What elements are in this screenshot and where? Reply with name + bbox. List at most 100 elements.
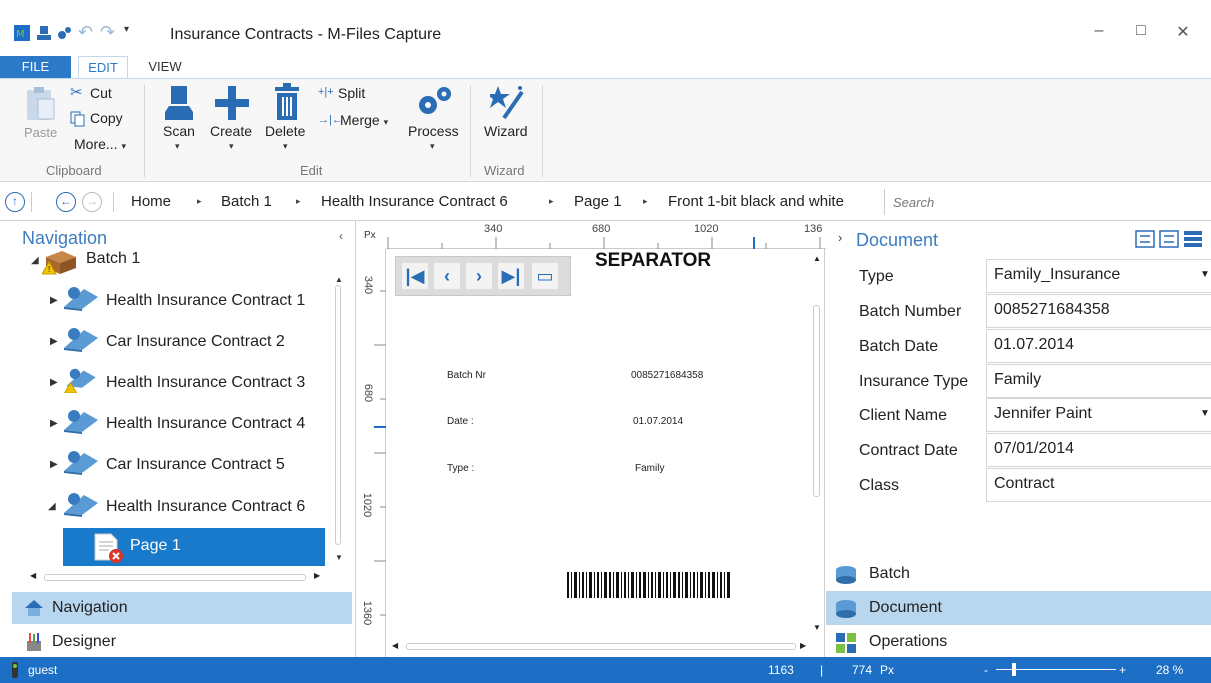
property-type-select[interactable]: Family_Insurance ▼ — [986, 259, 1211, 293]
batch-tab[interactable]: Batch — [826, 557, 1211, 591]
scroll-right-icon[interactable]: ▶ — [800, 641, 806, 650]
tab-edit[interactable]: EDIT — [78, 56, 128, 79]
tree-item-contract-6[interactable]: Health Insurance Contract 6 — [106, 498, 305, 516]
align-right-icon[interactable] — [1159, 230, 1179, 248]
maximize-button[interactable]: □ — [1126, 22, 1156, 48]
merge-button[interactable]: Merge ▾ — [340, 112, 388, 128]
tree-horizontal-scrollbar[interactable]: ◀ ▶ — [30, 571, 326, 583]
scroll-up-icon[interactable]: ▲ — [335, 275, 343, 284]
process-quick-icon[interactable] — [56, 25, 72, 41]
more-button[interactable]: More... ▾ — [74, 136, 126, 152]
tab-view[interactable]: VIEW — [140, 56, 190, 78]
breadcrumb-page[interactable]: Page 1 — [574, 193, 622, 210]
tree-batch[interactable]: Batch 1 — [86, 250, 140, 268]
scroll-down-icon[interactable]: ▼ — [335, 553, 343, 562]
redo-icon[interactable]: ↷ — [100, 22, 116, 42]
viewer-vertical-scrollbar[interactable]: ▲ ▼ — [811, 251, 823, 636]
tree-item-contract-5[interactable]: Car Insurance Contract 5 — [106, 456, 285, 474]
zoom-slider-thumb[interactable] — [1012, 663, 1016, 676]
next-page-button[interactable]: › — [466, 263, 492, 289]
zoom-out-button[interactable]: - — [984, 663, 988, 677]
tree-item-contract-4[interactable]: Health Insurance Contract 4 — [106, 415, 305, 433]
zoom-in-button[interactable]: + — [1119, 663, 1126, 677]
last-page-button[interactable]: ▶| — [498, 263, 524, 289]
operations-tab[interactable]: Operations — [826, 625, 1211, 659]
copy-button[interactable]: Copy — [90, 110, 123, 126]
property-batch-date-field[interactable]: 01.07.2014 — [986, 329, 1211, 363]
collapsed-arrow-icon[interactable]: ▶ — [50, 418, 58, 429]
collapsed-arrow-icon[interactable]: ▶ — [50, 295, 58, 306]
up-button[interactable]: ↑ — [5, 192, 25, 212]
first-page-button[interactable]: |◀ — [402, 263, 428, 289]
navigation-tab[interactable]: Navigation — [12, 592, 352, 624]
tree-vertical-scrollbar[interactable]: ▲ ▼ — [333, 271, 343, 562]
collapsed-arrow-icon[interactable]: ▶ — [50, 336, 58, 347]
tree-item-contract-3[interactable]: Health Insurance Contract 3 — [106, 374, 305, 392]
property-batch-number-field[interactable]: 0085271684358 — [986, 294, 1211, 328]
search-input[interactable]: Search — [884, 189, 1211, 215]
chevron-right-icon[interactable]: › — [838, 230, 842, 245]
scroll-thumb[interactable] — [406, 643, 796, 650]
previous-page-button[interactable]: ‹ — [434, 263, 460, 289]
delete-dropdown-icon[interactable]: ▾ — [283, 141, 288, 152]
delete-button[interactable]: Delete — [265, 123, 305, 139]
scroll-up-icon[interactable]: ▲ — [813, 254, 821, 263]
property-label-class: Class — [859, 477, 900, 494]
collapse-panel-icon[interactable]: ‹ — [339, 229, 343, 243]
breadcrumb-home[interactable]: Home — [131, 193, 171, 210]
paste-button[interactable]: Paste — [24, 125, 57, 140]
forward-button[interactable]: → — [82, 192, 102, 212]
scroll-right-icon[interactable]: ▶ — [314, 571, 320, 580]
undo-icon[interactable]: ↶ — [78, 22, 94, 42]
ribbon-tabs: FILE EDIT VIEW — [0, 56, 1211, 79]
scroll-thumb[interactable] — [44, 574, 306, 581]
property-class-field[interactable]: Contract — [986, 468, 1211, 502]
expanded-arrow-icon[interactable]: ◢ — [48, 501, 56, 512]
minimize-button[interactable]: – — [1084, 22, 1114, 48]
breadcrumb-batch[interactable]: Batch 1 — [221, 193, 272, 210]
tree-item-page-1[interactable]: Page 1 — [63, 528, 325, 566]
list-view-icon[interactable] — [1183, 230, 1203, 248]
zoom-level: 28 % — [1156, 663, 1184, 677]
align-left-icon[interactable] — [1135, 230, 1155, 248]
create-dropdown-icon[interactable]: ▾ — [229, 141, 234, 152]
scroll-thumb[interactable] — [813, 305, 820, 497]
scroll-thumb[interactable] — [335, 285, 341, 545]
breadcrumb-contract[interactable]: Health Insurance Contract 6 — [321, 193, 508, 210]
viewer-horizontal-scrollbar[interactable]: ◀ ▶ — [392, 641, 812, 653]
ruler-top-ticks — [387, 237, 821, 249]
tab-file[interactable]: FILE — [0, 56, 71, 78]
cut-button[interactable]: Cut — [90, 85, 112, 101]
first-page-icon: |◀ — [405, 266, 425, 286]
scroll-left-icon[interactable]: ◀ — [392, 641, 398, 650]
process-button[interactable]: Process — [408, 123, 459, 139]
split-button[interactable]: Split — [338, 85, 365, 101]
scroll-left-icon[interactable]: ◀ — [30, 571, 36, 580]
collapsed-arrow-icon[interactable]: ▶ — [50, 459, 58, 470]
designer-tab[interactable]: Designer — [12, 626, 352, 658]
close-button[interactable]: ✕ — [1168, 22, 1198, 48]
create-button[interactable]: Create — [210, 123, 252, 139]
tree-item-contract-2[interactable]: Car Insurance Contract 2 — [106, 333, 285, 351]
document-tab[interactable]: Document — [826, 591, 1211, 625]
document-warning-icon — [64, 368, 96, 393]
cut-icon: ✂ — [70, 84, 83, 101]
scan-dropdown-icon[interactable]: ▾ — [175, 141, 180, 152]
wizard-button[interactable]: Wizard — [484, 123, 528, 139]
page-canvas[interactable]: |◀ ‹ › ▶| ▭ SEPARATOR Batch Nr 008527168… — [387, 250, 821, 640]
scroll-down-icon[interactable]: ▼ — [813, 623, 821, 632]
breadcrumb-image[interactable]: Front 1-bit black and white — [668, 193, 844, 210]
property-insurance-type-field[interactable]: Family — [986, 364, 1211, 398]
customize-quick-access-icon[interactable]: ▾ — [124, 24, 140, 40]
property-client-name-select[interactable]: Jennifer Paint ▼ — [986, 398, 1211, 432]
collapsed-arrow-icon[interactable]: ▶ — [50, 377, 58, 388]
back-button[interactable]: ← — [56, 192, 76, 212]
ruler-top-label: 1020 — [694, 223, 719, 235]
property-contract-date-field[interactable]: 07/01/2014 — [986, 433, 1211, 467]
scan-button[interactable]: Scan — [163, 123, 195, 139]
process-dropdown-icon[interactable]: ▾ — [430, 141, 435, 152]
scan-quick-icon[interactable] — [36, 25, 52, 41]
tree-item-contract-1[interactable]: Health Insurance Contract 1 — [106, 292, 305, 310]
fit-page-button[interactable]: ▭ — [532, 263, 558, 289]
expanded-arrow-icon[interactable]: ◢ — [31, 255, 39, 266]
